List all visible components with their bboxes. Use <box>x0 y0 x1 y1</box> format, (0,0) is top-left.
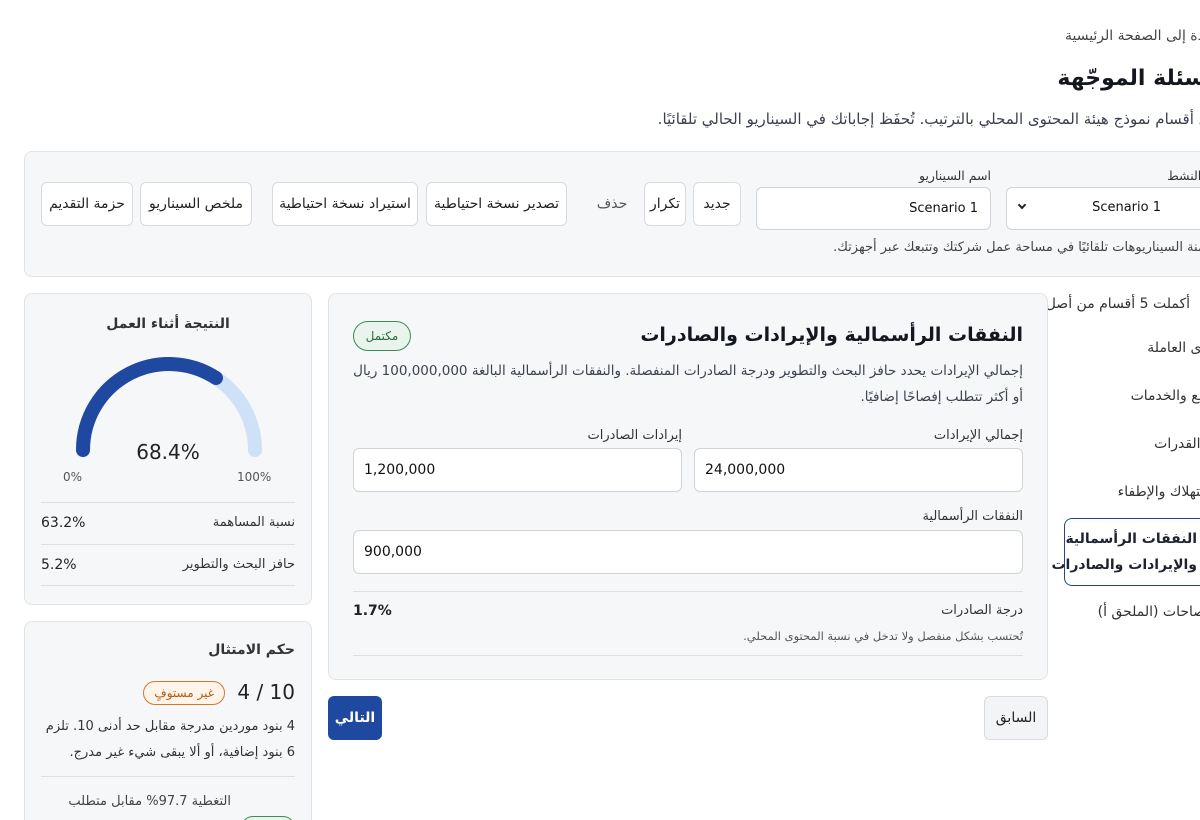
export-revenue-label: إيرادات الصادرات <box>587 428 682 443</box>
previous-button[interactable]: السابق <box>984 696 1048 740</box>
capex-label: النفقات الرأسمالية <box>922 509 1023 524</box>
section-card: النفقات الرأسمالية والإيرادات والصادرات … <box>328 293 1048 680</box>
step-active-line2: والإيرادات والصادرات <box>1051 557 1197 573</box>
page-title: الأسئلة الموجّهة <box>1057 66 1200 91</box>
export-score-hint: تُحتسب بشكل منفصل ولا تدخل في نسبة المحت… <box>743 629 1023 643</box>
step-goods-services[interactable]: السلع والخدمات <box>1131 388 1200 404</box>
section-description: إجمالي الإيرادات يحدد حافز البحث والتطوي… <box>353 363 1023 405</box>
coverage-text: التغطية 97.7% مقابل متطلب <box>68 794 231 809</box>
metric-label: نسبة المساهمة <box>212 515 295 530</box>
step-disclosures[interactable]: الإفصاحات (الملحق أ) <box>1098 604 1200 620</box>
new-scenario-button[interactable]: جديد <box>693 182 741 226</box>
back-to-home-link[interactable]: العودة إلى الصفحة الرئيسية <box>1065 28 1200 44</box>
active-scenario-value: Scenario 1 <box>1092 200 1161 215</box>
export-score-row: درجة الصادرات 1.7% تُحتسب بشكل منفصل ولا… <box>353 591 1023 656</box>
import-backup-button[interactable]: استيراد نسخة احتياطية <box>272 182 418 226</box>
export-score-label: درجة الصادرات <box>941 603 1023 618</box>
compliance-title: حكم الامتثال <box>208 642 295 658</box>
compliance-score: 4 / 10 <box>237 680 295 704</box>
metric-row-rd-incentive: حافز البحث والتطوير 5.2% <box>41 544 295 586</box>
total-revenue-label: إجمالي الإيرادات <box>933 428 1023 443</box>
compliance-card: حكم الامتثال 4 / 10 غير مستوفٍ 4 بنود مو… <box>24 621 312 820</box>
result-title: النتيجة أثناء العمل <box>106 316 230 332</box>
metric-value: 5.2% <box>41 557 77 573</box>
gauge-min-label: 0% <box>63 470 83 484</box>
gauge-value: 68.4% <box>136 440 200 464</box>
sync-note: تتم مزامنة السيناريوهات تلقائيًا في مساح… <box>833 240 1200 255</box>
export-score-value: 1.7% <box>353 603 392 619</box>
page-intro: أكمل أقسام نموذج هيئة المحتوى المحلي بال… <box>657 110 1200 128</box>
divider <box>41 776 295 777</box>
next-button[interactable]: التالي <box>328 696 382 740</box>
export-backup-button[interactable]: تصدير نسخة احتياطية <box>426 182 567 226</box>
step-active-line1: النفقات الرأسمالية <box>1065 531 1197 547</box>
total-revenue-input[interactable] <box>694 448 1023 492</box>
export-revenue-input[interactable] <box>353 448 682 492</box>
capex-input[interactable] <box>353 530 1023 574</box>
coverage-badge <box>241 816 295 820</box>
step-depreciation[interactable]: الاستهلاك والإطفاء <box>1118 484 1200 500</box>
scenario-bar: السيناريو النشط Scenario 1 اسم السيناريو… <box>24 151 1200 277</box>
gauge-max-label: 100% <box>237 470 272 484</box>
step-capex-revenue-exports[interactable]: النفقات الرأسمالية والإيرادات والصادرات <box>1051 518 1200 586</box>
active-scenario-label: السيناريو النشط <box>1167 168 1200 183</box>
delete-scenario-button[interactable]: حذف <box>590 182 634 226</box>
scenario-name-label: اسم السيناريو <box>919 168 991 183</box>
scenario-summary-button[interactable]: ملخص السيناريو <box>140 182 252 226</box>
section-title: النفقات الرأسمالية والإيرادات والصادرات <box>640 324 1023 346</box>
scenario-name-input[interactable] <box>756 187 991 230</box>
not-met-badge: غير مستوفٍ <box>143 681 225 705</box>
chevron-down-icon <box>1017 200 1027 210</box>
step-capacity-building[interactable]: بناء القدرات <box>1154 436 1200 452</box>
active-scenario-select[interactable]: Scenario 1 <box>1006 187 1200 230</box>
gauge-fill <box>76 357 223 457</box>
step-workforce[interactable]: القوى العاملة <box>1147 340 1200 356</box>
metric-value: 63.2% <box>41 515 86 531</box>
live-result-card: النتيجة أثناء العمل 68.4% 0% 100% نسبة ا… <box>24 293 312 605</box>
gauge-track <box>76 357 262 457</box>
metric-label: حافز البحث والتطوير <box>182 557 295 572</box>
compliance-description: 4 بنود موردين مدرجة مقابل حد أدنى 10. تل… <box>45 719 295 760</box>
duplicate-scenario-button[interactable]: تكرار <box>644 182 686 226</box>
metric-row-contribution: نسبة المساهمة 63.2% <box>41 502 295 544</box>
submission-package-button[interactable]: حزمة التقديم <box>41 182 133 226</box>
steps-progress: أكملت 5 أقسام من أصل 6 <box>1032 296 1190 312</box>
status-badge: مكتمل <box>353 321 411 351</box>
